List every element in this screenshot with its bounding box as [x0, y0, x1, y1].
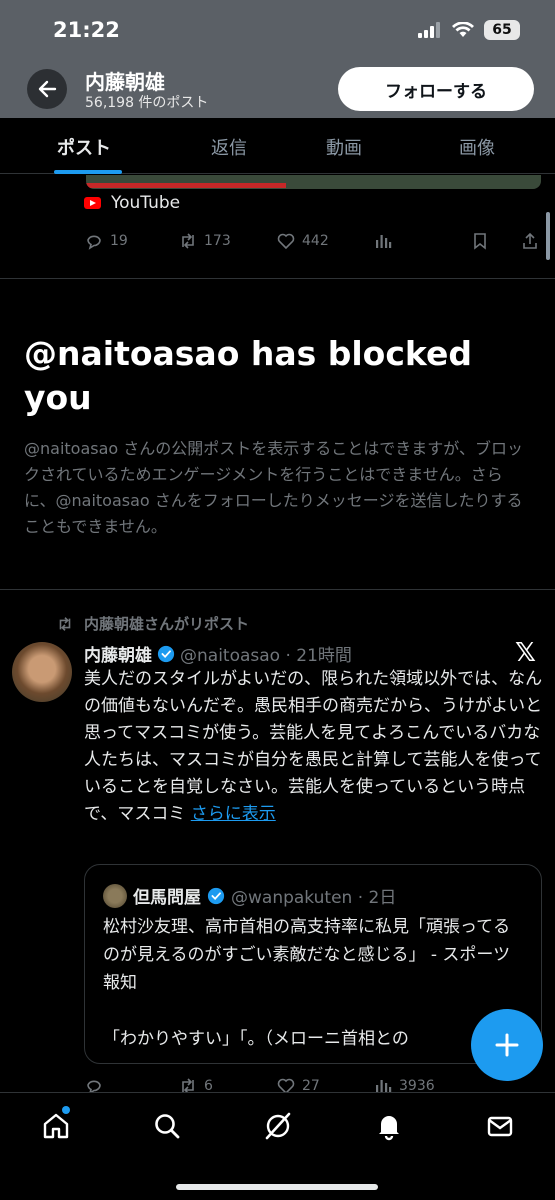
reply-button[interactable] [84, 1076, 104, 1092]
repost-context: 内藤朝雄さんがリポスト [56, 613, 249, 634]
status-icons: 65 [418, 20, 520, 40]
like-icon [277, 1078, 295, 1092]
reply-button[interactable]: 19 [84, 231, 128, 251]
profile-tabs: ポスト 返信 動画 画像 [0, 118, 555, 174]
x-logo-icon: 𝕏 [515, 638, 536, 668]
quote-handle-time: @wanpakuten · 2日 [231, 888, 397, 908]
status-bar: 21:22 65 [0, 0, 555, 58]
blocked-description: @naitoasao さんの公開ポストを表示することはできますが、ブロックされて… [24, 439, 523, 536]
mail-icon[interactable] [485, 1111, 515, 1141]
post-count: 56,198 件のポスト [85, 95, 209, 111]
verified-icon [157, 645, 175, 662]
repost-count: 173 [204, 233, 231, 249]
tweet-body: 美人だのスタイルがよいだの、限られた領域以外では、なんの価値もないんだぞ。愚民相… [84, 666, 544, 828]
quote-text-line: 松村沙友理、高市首相の高支持率に私見「頑張ってるのが見えるのがすごい素敵だなと感… [103, 917, 511, 993]
profile-header: 内藤朝雄 56,198 件のポスト フォローする [0, 58, 555, 118]
signal-icon [418, 22, 440, 38]
repost-button[interactable]: 173 [178, 231, 231, 251]
repost-icon [59, 616, 71, 631]
repost-button[interactable]: 6 [178, 1076, 213, 1092]
video-progress [86, 183, 286, 188]
home-indicator [176, 1184, 378, 1190]
status-time: 21:22 [53, 18, 120, 42]
views-icon [376, 235, 392, 248]
tweet-handle-time: @naitoasao · 21時間 [180, 646, 352, 666]
tweet-author[interactable]: 内藤朝雄 [84, 641, 152, 666]
reply-count: 19 [110, 233, 128, 249]
battery-indicator: 65 [484, 20, 520, 40]
reply-icon [87, 1080, 101, 1092]
verified-icon [207, 887, 225, 904]
search-icon[interactable] [152, 1111, 182, 1141]
like-count: 442 [302, 233, 329, 249]
like-count: 27 [302, 1078, 320, 1092]
repost-icon [182, 1078, 194, 1092]
back-arrow-icon [38, 80, 57, 98]
profile-name: 内藤朝雄 [85, 70, 165, 94]
like-icon [277, 233, 295, 250]
back-button[interactable] [27, 69, 67, 109]
tweet-actions: 6 27 3936 [84, 1076, 544, 1092]
tab-posts[interactable]: ポスト [57, 134, 111, 160]
divider [0, 278, 555, 279]
repost-count: 6 [204, 1078, 213, 1092]
views-button[interactable]: 3936 [373, 1076, 435, 1092]
repost-context-label: 内藤朝雄さんがリポスト [84, 615, 250, 633]
tweet-text: 美人だのスタイルがよいだの、限られた領域以外では、なんの価値もないんだぞ。愚民相… [84, 669, 543, 824]
bookmark-button[interactable] [470, 231, 490, 251]
blocked-title: @naitoasao has blocked you [24, 334, 472, 417]
compose-button[interactable] [471, 1009, 543, 1081]
tweet-actions: 19 173 442 [84, 231, 544, 255]
bookmark-icon [474, 233, 486, 250]
divider [0, 589, 555, 590]
tweet-header: 内藤朝雄 @naitoasao · 21時間 [84, 641, 352, 666]
plus-icon [495, 1033, 519, 1057]
share-icon [523, 232, 537, 249]
active-tab-indicator [54, 170, 122, 174]
show-more-link[interactable]: さらに表示 [191, 804, 276, 824]
home-notification-dot [62, 1106, 70, 1114]
views-count: 3936 [399, 1078, 435, 1092]
link-source-label: YouTube [111, 193, 181, 213]
views-button[interactable] [373, 231, 393, 251]
quote-avatar [103, 883, 127, 908]
like-button[interactable]: 27 [276, 1076, 320, 1092]
quote-text: 松村沙友理、高市首相の高支持率に私見「頑張ってるのが見えるのがすごい素敵だなと感… [103, 913, 523, 1053]
youtube-icon [84, 197, 101, 209]
views-icon [376, 1080, 392, 1092]
tab-replies[interactable]: 返信 [211, 134, 247, 160]
quote-text-line: 「わかりやすい」「。（メローニ首相との [103, 1029, 409, 1049]
quote-header: 但馬問屋 @wanpakuten · 2日 [103, 883, 396, 908]
wifi-icon [452, 22, 474, 37]
avatar[interactable] [12, 642, 72, 702]
tab-images[interactable]: 画像 [459, 134, 495, 160]
video-embed[interactable] [86, 175, 541, 189]
reply-icon [87, 235, 101, 250]
share-button[interactable] [520, 231, 540, 251]
follow-button[interactable]: フォローする [338, 67, 534, 111]
link-source: YouTube [84, 193, 180, 213]
quote-author: 但馬問屋 [133, 888, 201, 908]
repost-icon [182, 233, 194, 249]
grok-icon[interactable] [263, 1111, 293, 1141]
like-button[interactable]: 442 [276, 231, 329, 251]
tab-videos[interactable]: 動画 [326, 134, 362, 160]
scrollbar-thumb[interactable] [546, 212, 550, 260]
bell-icon[interactable] [374, 1111, 404, 1141]
home-icon[interactable] [41, 1111, 71, 1141]
